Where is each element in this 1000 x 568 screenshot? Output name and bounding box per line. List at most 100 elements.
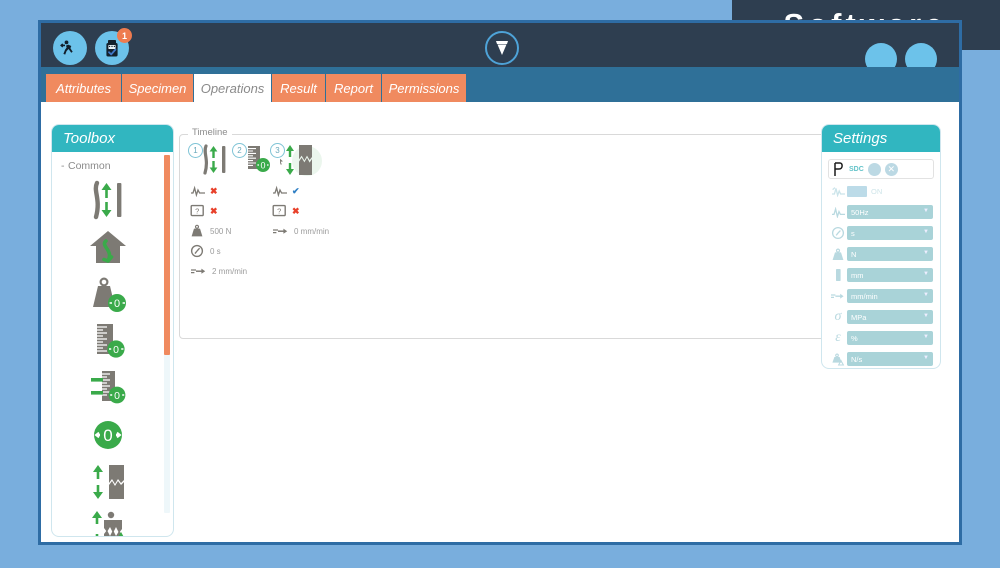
status-check-icon: ✔ bbox=[292, 185, 300, 196]
chevron-down-icon: ▼ bbox=[923, 250, 929, 256]
prop-load[interactable]: 500 N bbox=[190, 223, 247, 239]
toolbox-title: Toolbox bbox=[52, 125, 173, 152]
strain-unit-select[interactable]: % ▼ bbox=[847, 331, 933, 345]
toolbox-body: - Common 0 0 0 0 bbox=[52, 152, 173, 536]
signal-filter-icon bbox=[829, 186, 847, 197]
banner-tab-accent bbox=[722, 0, 732, 20]
svg-text:0: 0 bbox=[260, 161, 265, 171]
connect-icon[interactable] bbox=[867, 162, 881, 176]
svg-text:0: 0 bbox=[103, 426, 112, 445]
time-unit-select[interactable]: s ▼ bbox=[847, 226, 933, 240]
prop-time-value: 0 s bbox=[210, 246, 221, 256]
prop-prompt[interactable]: ? ✖ bbox=[272, 203, 329, 219]
tool-specimen-break-detect[interactable] bbox=[52, 505, 164, 536]
load-unit-select[interactable]: N ▼ bbox=[847, 247, 933, 261]
tool-cycle-between-limits[interactable] bbox=[52, 176, 164, 223]
svg-text:?: ? bbox=[195, 206, 199, 215]
tab-result[interactable]: Result bbox=[272, 74, 326, 102]
device-badge-count: 1 bbox=[117, 28, 132, 43]
exit-icon[interactable] bbox=[53, 31, 87, 65]
toolbox-panel: Toolbox - Common 0 0 0 0 bbox=[51, 124, 174, 537]
chevron-down-icon: ▼ bbox=[923, 313, 929, 319]
stopwatch-icon bbox=[829, 226, 847, 240]
settings-row-rate[interactable]: 50Hz ▼ bbox=[829, 203, 933, 221]
prop-prompt[interactable]: ? ✖ bbox=[190, 203, 247, 219]
tool-zero-position[interactable]: 0 bbox=[52, 317, 164, 364]
extension-icon bbox=[829, 268, 847, 282]
extension-unit-select[interactable]: mm ▼ bbox=[847, 268, 933, 282]
settings-panel: Settings SDC ✕ ON 50Hz ▼ s ▼ N ▼ mm ▼ mm… bbox=[821, 124, 941, 369]
toolbox-item-list: 0 0 0 0 bbox=[52, 176, 173, 536]
move-between-limits-icon bbox=[198, 144, 232, 176]
load-weight-icon bbox=[829, 247, 847, 261]
settings-row-load-rate[interactable]: N/s ▼ bbox=[829, 350, 933, 368]
prop-speed[interactable]: 0 mm/min bbox=[272, 223, 329, 239]
epsilon-icon: ε bbox=[835, 330, 841, 345]
status-x-icon: ✖ bbox=[210, 185, 218, 196]
step-3-properties: ✔ ? ✖ 0 mm/min bbox=[272, 183, 329, 243]
svg-text:0: 0 bbox=[114, 298, 120, 310]
toggle-label: ON bbox=[871, 186, 883, 196]
toggle-switch[interactable] bbox=[847, 185, 867, 197]
chevron-down-icon: ▼ bbox=[923, 208, 929, 214]
tool-zero-all[interactable]: 0 bbox=[52, 411, 164, 458]
prop-speed[interactable]: 2 mm/min bbox=[190, 263, 247, 279]
load-unit-value: N bbox=[851, 249, 857, 259]
settings-row-stress[interactable]: σ MPa ▼ bbox=[829, 308, 933, 326]
svg-text:0: 0 bbox=[113, 344, 119, 356]
prop-waveform[interactable]: ✔ bbox=[272, 183, 329, 199]
toolbox-group-label: Common bbox=[68, 160, 111, 172]
settings-device-row[interactable]: SDC ✕ bbox=[828, 159, 934, 179]
step-1-properties: ✖ ? ✖ 500 N 0 s 2 mm/min bbox=[190, 183, 247, 283]
status-x-icon: ✖ bbox=[292, 205, 300, 216]
filter-toggle[interactable]: ON bbox=[847, 185, 883, 197]
speed-unit-select[interactable]: mm/min ▼ bbox=[847, 289, 933, 303]
tab-operations[interactable]: Operations bbox=[194, 74, 272, 102]
stress-unit-select[interactable]: MPa ▼ bbox=[847, 310, 933, 324]
collapse-icon[interactable]: - bbox=[61, 160, 68, 172]
tab-report[interactable]: Report bbox=[326, 74, 382, 102]
tool-zero-load[interactable]: 0 bbox=[52, 270, 164, 317]
prop-load-value: 500 N bbox=[210, 226, 232, 236]
settings-title: Settings bbox=[822, 125, 940, 152]
tool-return-home[interactable] bbox=[52, 223, 164, 270]
disconnect-icon[interactable]: ✕ bbox=[884, 162, 898, 176]
chevron-down-icon: ▼ bbox=[923, 292, 929, 298]
prop-waveform[interactable]: ✖ bbox=[190, 183, 247, 199]
chevron-down-icon: ▼ bbox=[923, 334, 929, 340]
chevron-down-icon: ▼ bbox=[923, 229, 929, 235]
settings-row-extension[interactable]: mm ▼ bbox=[829, 266, 933, 284]
rate-value: 50Hz bbox=[851, 207, 869, 217]
brand-logo bbox=[485, 31, 519, 65]
settings-row-load[interactable]: N ▼ bbox=[829, 245, 933, 263]
stress-unit-value: MPa bbox=[851, 312, 867, 322]
settings-row-strain[interactable]: ε % ▼ bbox=[829, 329, 933, 347]
status-x-icon: ✖ bbox=[210, 205, 218, 216]
prop-time[interactable]: 0 s bbox=[190, 243, 247, 259]
tensile-break-icon bbox=[280, 144, 326, 180]
settings-row-filter[interactable]: ON bbox=[829, 182, 933, 200]
settings-row-speed[interactable]: mm/min ▼ bbox=[829, 287, 933, 305]
prop-speed-value: 0 mm/min bbox=[294, 226, 330, 236]
load-rate-unit-select[interactable]: N/s ▼ bbox=[847, 352, 933, 366]
toolbox-group-common[interactable]: - Common bbox=[52, 152, 173, 172]
waveform-icon bbox=[829, 206, 847, 218]
svg-text:0: 0 bbox=[114, 390, 120, 402]
settings-row-time[interactable]: s ▼ bbox=[829, 224, 933, 242]
chevron-down-icon: ▼ bbox=[923, 355, 929, 361]
device-check-icon[interactable]: 1 bbox=[95, 28, 132, 65]
timeline-legend: Timeline bbox=[188, 127, 232, 138]
rate-select[interactable]: 50Hz ▼ bbox=[847, 205, 933, 219]
tab-attributes[interactable]: Attributes bbox=[46, 74, 122, 102]
sigma-icon: σ bbox=[834, 309, 842, 324]
tab-permissions[interactable]: Permissions bbox=[382, 74, 467, 102]
title-bar: 1 bbox=[41, 23, 959, 75]
tab-bar: Attributes Specimen Operations Result Re… bbox=[41, 74, 959, 147]
load-rate-unit-value: N/s bbox=[851, 354, 863, 364]
tool-zero-extension[interactable]: 0 bbox=[52, 364, 164, 411]
tool-tensile-break[interactable] bbox=[52, 458, 164, 505]
tab-specimen[interactable]: Specimen bbox=[122, 74, 194, 102]
strain-unit-value: % bbox=[851, 333, 858, 343]
app-root: Software bbox=[0, 0, 1000, 568]
speed-icon bbox=[829, 291, 847, 301]
